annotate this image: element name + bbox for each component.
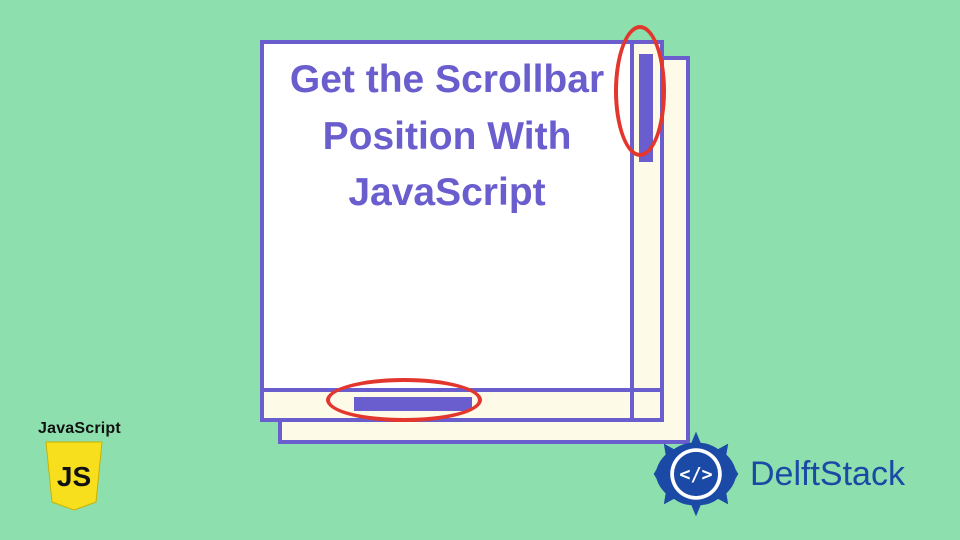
js-letters: JS bbox=[57, 461, 91, 492]
javascript-badge: JavaScript JS bbox=[38, 420, 138, 519]
highlight-ellipse-vertical bbox=[614, 25, 666, 157]
scrollbar-corner bbox=[630, 388, 660, 418]
scroll-demo-card: Get the Scrollbar Position With JavaScri… bbox=[260, 40, 664, 422]
delftstack-name: DelftStack bbox=[750, 455, 905, 494]
delftstack-brand: </> DelftStack bbox=[650, 428, 905, 520]
delftstack-logo-icon: </> bbox=[650, 428, 742, 520]
javascript-shield-icon: JS bbox=[42, 440, 106, 514]
highlight-ellipse-horizontal bbox=[326, 378, 482, 422]
card-viewport: Get the Scrollbar Position With JavaScri… bbox=[264, 44, 630, 388]
card-title: Get the Scrollbar Position With JavaScri… bbox=[264, 52, 630, 222]
delftstack-code-glyph: </> bbox=[679, 464, 712, 485]
javascript-label: JavaScript bbox=[38, 420, 138, 438]
